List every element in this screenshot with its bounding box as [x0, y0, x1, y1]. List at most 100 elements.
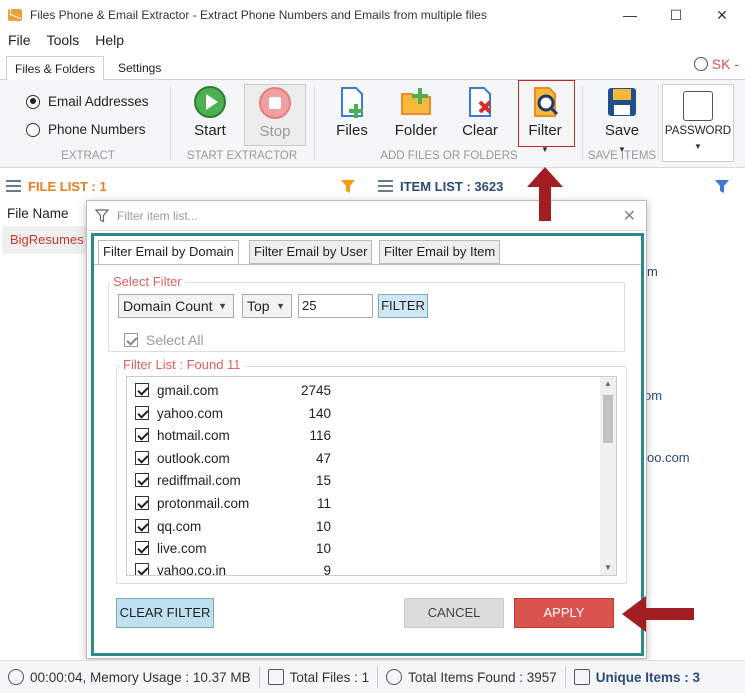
list-item[interactable]: live.com 10 [135, 537, 331, 559]
app-envelope-icon [8, 9, 22, 21]
password-dropdown-icon: ▼ [694, 142, 702, 151]
domain-name: qq.com [157, 518, 202, 534]
folder-add-icon [401, 88, 431, 115]
tab-files-folders[interactable]: Files & Folders [6, 56, 105, 81]
stop-button[interactable]: Stop [244, 84, 306, 146]
sort-by-select[interactable]: Domain Count ▼ [118, 294, 234, 318]
chevron-down-icon: ▼ [218, 301, 227, 311]
play-icon [194, 86, 226, 118]
start-label: Start [194, 122, 226, 139]
file-icon [267, 669, 284, 685]
extract-group-label: EXTRACT [61, 150, 115, 162]
select-filter-legend: Select Filter [110, 274, 185, 289]
clear-filter-button[interactable]: CLEAR FILTER [116, 598, 214, 628]
tab-underline [94, 264, 641, 265]
checkbox-icon[interactable] [135, 496, 149, 510]
start-button[interactable]: Start [182, 84, 238, 139]
select-all-checkbox[interactable]: Select All [124, 332, 204, 348]
cancel-button[interactable]: CANCEL [404, 598, 504, 628]
minimize-button[interactable]: — [607, 0, 653, 30]
apply-filter-button[interactable]: FILTER [378, 294, 428, 318]
add-files-button[interactable]: Files [324, 84, 380, 139]
save-button[interactable]: Save ▼ [594, 84, 650, 156]
domain-count: 9 [323, 562, 331, 576]
list-item[interactable]: gmail.com 2745 [135, 379, 331, 401]
stop-icon [259, 87, 291, 119]
user-menu[interactable]: SK - [693, 56, 739, 72]
domain-count: 2745 [300, 382, 331, 398]
checkbox-icon[interactable] [135, 563, 149, 575]
menu-bar: File Tools Help [0, 30, 745, 50]
phone-radio-label: Phone Numbers [48, 122, 146, 137]
item-list-fragment: m [647, 264, 658, 279]
separator [582, 86, 583, 160]
list-item[interactable]: qq.com 10 [135, 515, 331, 537]
maximize-button[interactable]: ☐ [653, 0, 699, 30]
file-name-column-header[interactable]: File Name [7, 206, 69, 221]
tab-filter-by-user[interactable]: Filter Email by User [249, 240, 373, 264]
title-bar: Files Phone & Email Extractor - Extract … [0, 0, 745, 30]
file-row[interactable]: BigResumes [2, 226, 86, 254]
domain-name: yahoo.com [157, 405, 224, 421]
position-value: Top [247, 298, 270, 314]
clear-button[interactable]: Clear [452, 84, 508, 139]
password-icon [683, 91, 713, 121]
domain-count: 10 [315, 518, 331, 534]
domain-name: yahoo.co.in [157, 562, 227, 576]
position-select[interactable]: Top ▼ [242, 294, 292, 318]
list-item[interactable]: rediffmail.com 15 [135, 469, 331, 491]
separator [314, 86, 315, 160]
list-item[interactable]: protonmail.com 11 [135, 492, 331, 514]
list-item[interactable]: hotmail.com 116 [135, 424, 331, 446]
domain-name: gmail.com [157, 382, 219, 398]
domain-name: rediffmail.com [157, 472, 241, 488]
tab-filter-by-domain[interactable]: Filter Email by Domain [98, 240, 239, 265]
chevron-down-icon: ▼ [276, 301, 285, 311]
item-filter-icon[interactable] [714, 178, 734, 196]
menu-help[interactable]: Help [87, 32, 132, 48]
filter-frame: Filter Email by Domain Filter Email by U… [91, 233, 644, 656]
domain-count: 140 [308, 405, 331, 421]
list-item[interactable]: yahoo.com 140 [135, 402, 331, 424]
checkbox-icon[interactable] [135, 519, 149, 533]
list-item[interactable]: yahoo.co.in 9 [135, 559, 331, 576]
add-folder-button[interactable]: Folder [388, 84, 444, 139]
menu-file[interactable]: File [0, 32, 39, 48]
domain-count: 15 [315, 472, 331, 488]
file-filter-icon[interactable] [340, 178, 358, 196]
list-item[interactable]: outlook.com 47 [135, 447, 331, 469]
vertical-scrollbar[interactable]: ▲ ▼ [600, 377, 616, 575]
tab-filter-by-item[interactable]: Filter Email by Item [379, 240, 501, 264]
unique-icon [573, 669, 590, 685]
clock-icon [8, 669, 24, 685]
tab-settings[interactable]: Settings [110, 56, 169, 80]
scroll-down-icon[interactable]: ▼ [604, 563, 612, 572]
checkbox-icon[interactable] [135, 473, 149, 487]
password-button[interactable]: PASSWORD ▼ [662, 84, 734, 162]
scroll-thumb[interactable] [603, 395, 613, 443]
list-icon [6, 180, 21, 192]
checkbox-icon [124, 333, 138, 347]
checkbox-icon[interactable] [135, 541, 149, 555]
checkbox-icon[interactable] [135, 428, 149, 442]
total-items: Total Items Found : 3957 [378, 669, 565, 685]
stop-label: Stop [259, 123, 291, 140]
menu-tools[interactable]: Tools [39, 32, 88, 48]
checkbox-icon[interactable] [135, 451, 149, 465]
popup-close-button[interactable]: ✕ [623, 206, 636, 226]
scroll-up-icon[interactable]: ▲ [604, 379, 612, 388]
count-input[interactable]: 25 [298, 294, 373, 318]
close-button[interactable]: ✕ [699, 0, 745, 30]
at-sign-icon [386, 669, 403, 685]
checkbox-icon[interactable] [135, 406, 149, 420]
time-memory-text: 00:00:04, Memory Usage : 10.37 MB [30, 669, 251, 685]
email-radio[interactable]: Email Addresses [26, 94, 149, 109]
phone-radio[interactable]: Phone Numbers [26, 122, 146, 137]
checkbox-icon[interactable] [135, 383, 149, 397]
ribbon: Email Addresses Phone Numbers EXTRACT St… [0, 80, 745, 168]
domain-count: 11 [316, 495, 331, 511]
total-files: Total Files : 1 [260, 669, 378, 685]
apply-button[interactable]: APPLY [514, 598, 614, 628]
domain-count: 10 [315, 540, 331, 556]
domain-list[interactable]: gmail.com 2745 yahoo.com 140 hotmail.com… [126, 376, 617, 576]
